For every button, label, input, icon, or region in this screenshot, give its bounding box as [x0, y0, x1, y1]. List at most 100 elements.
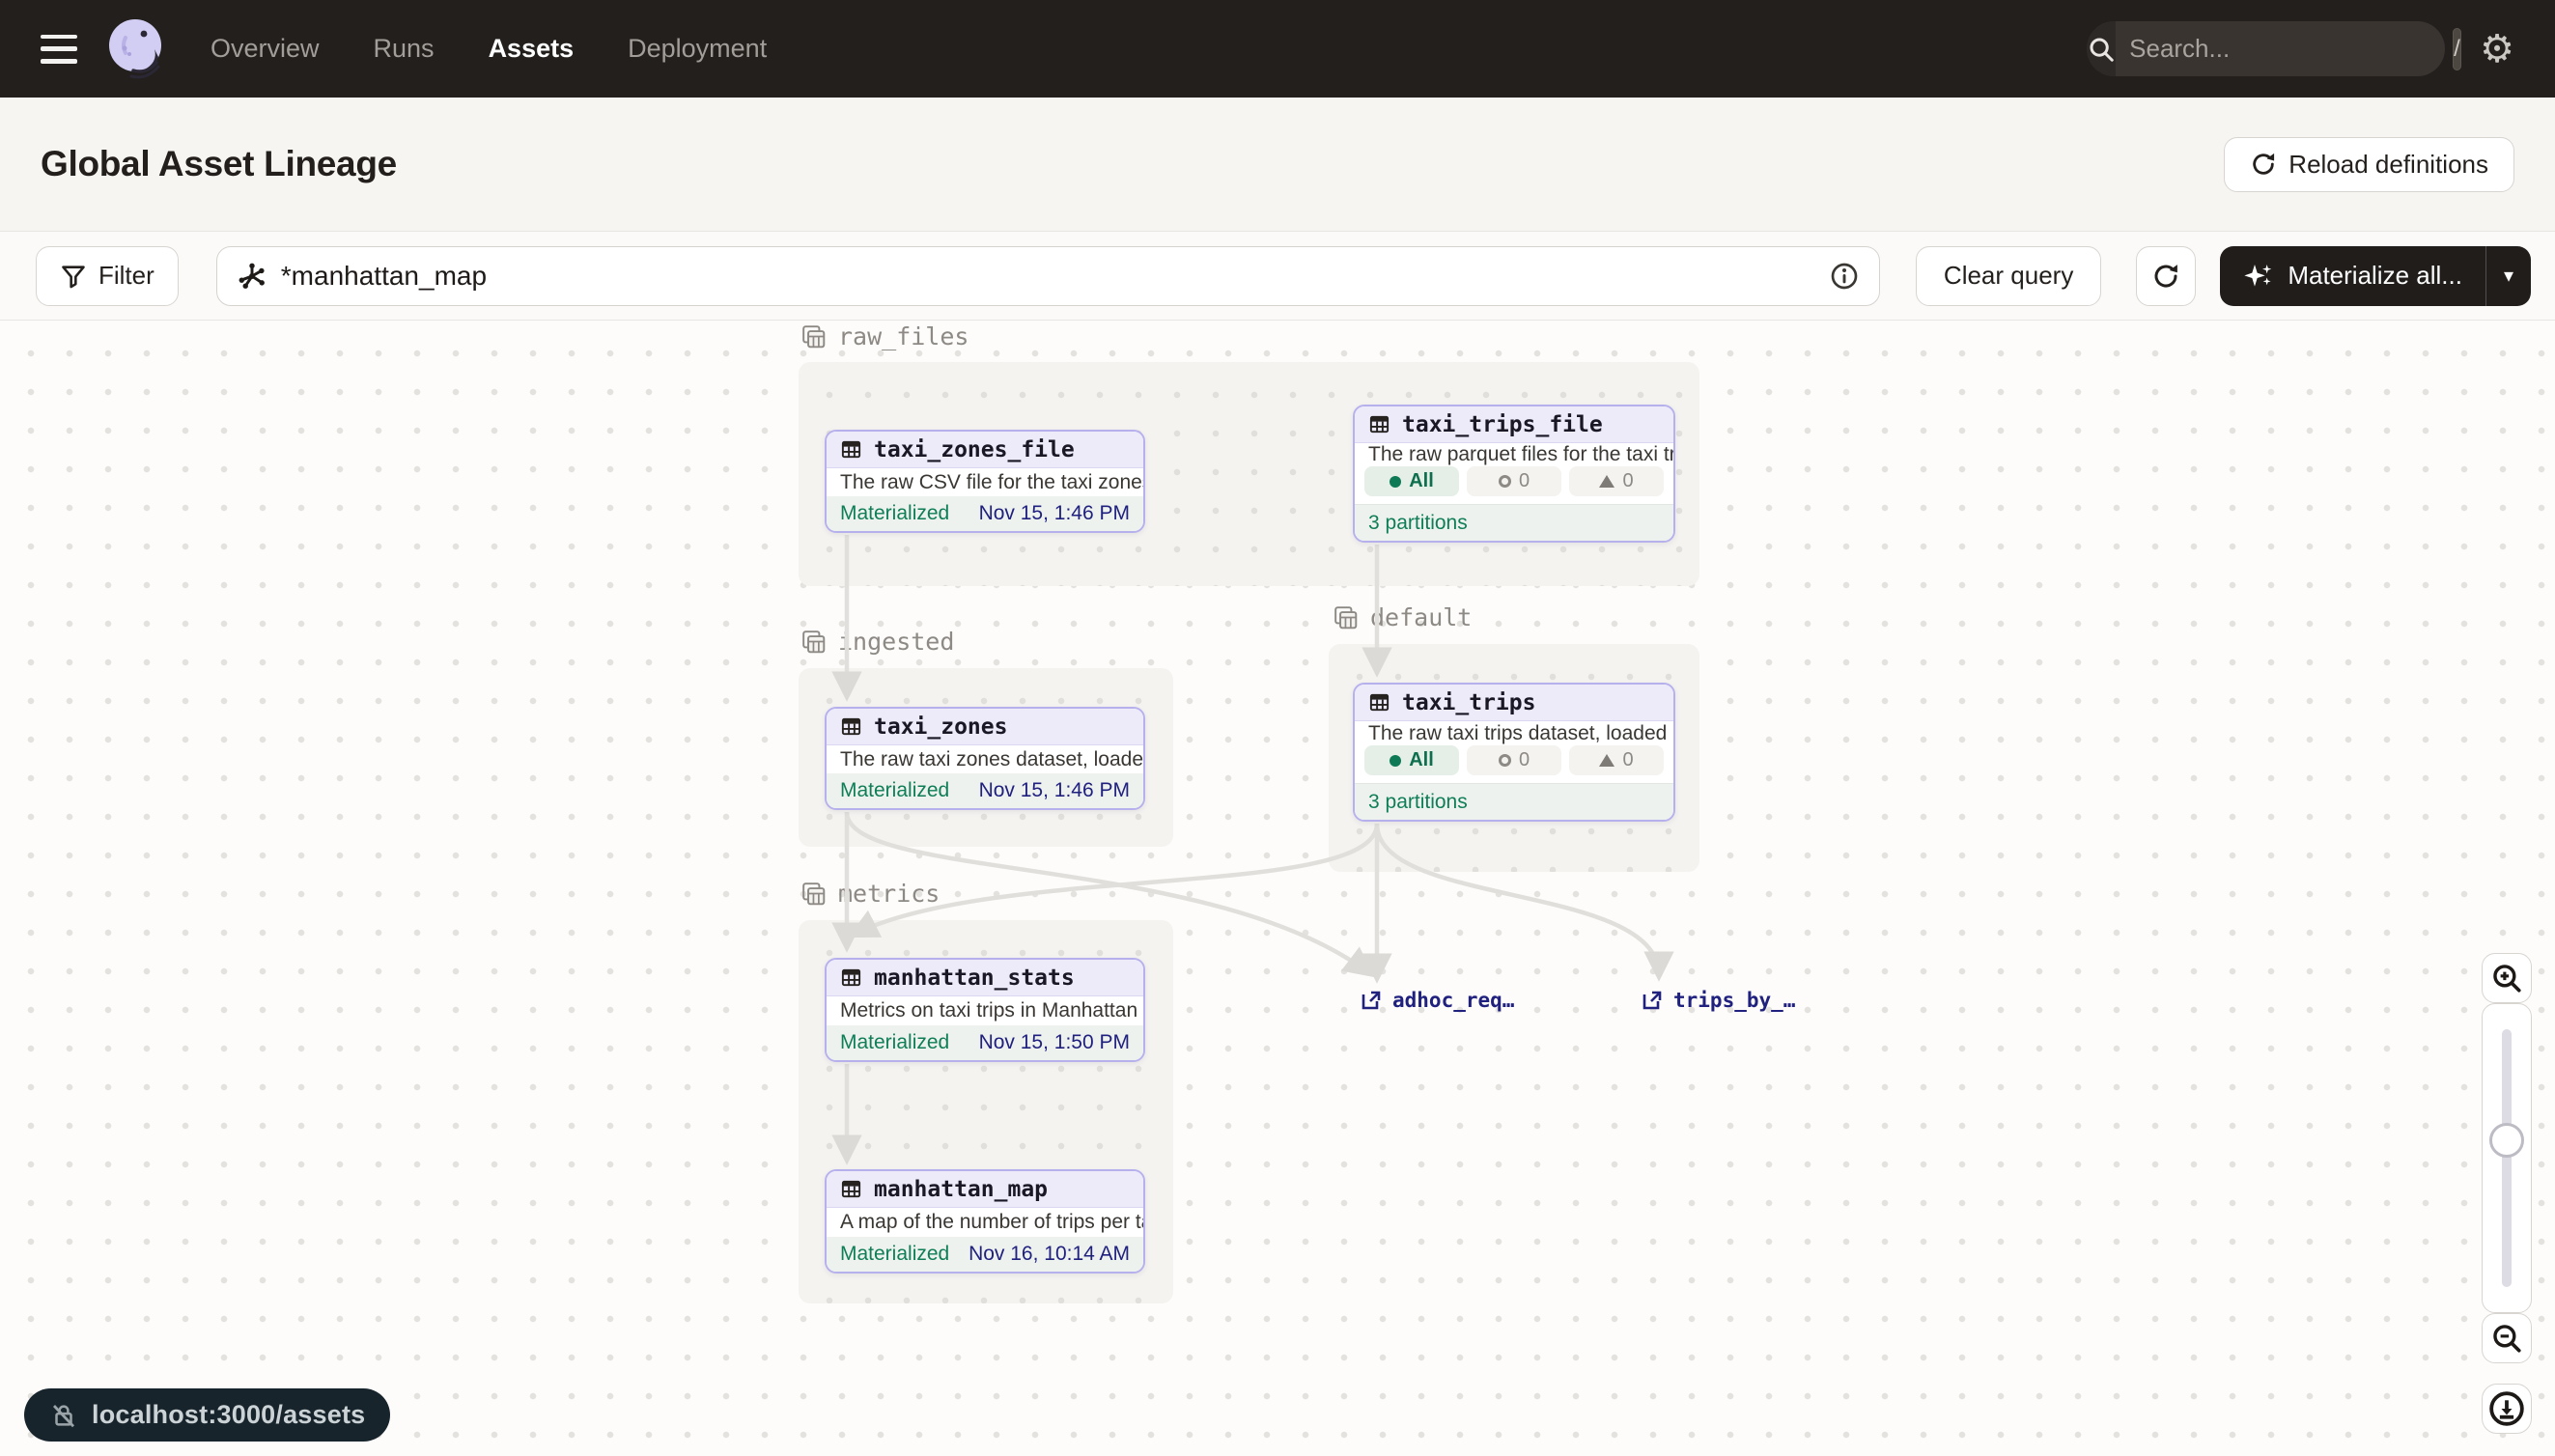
partitions-count[interactable]: 3 partitions: [1355, 783, 1673, 820]
tab-assets[interactable]: Assets: [489, 34, 575, 64]
asset-description: The raw taxi trips dataset, loaded into …: [1355, 721, 1673, 745]
refresh-button[interactable]: [2136, 246, 2196, 306]
asset-status: Materialized: [840, 1031, 949, 1054]
green-dot-icon: [1390, 476, 1401, 488]
partitions-failed-badge[interactable]: 0: [1569, 466, 1664, 496]
tab-deployment[interactable]: Deployment: [628, 34, 767, 64]
asset-status: Materialized: [840, 1243, 949, 1266]
asset-selection-value[interactable]: [281, 261, 1815, 292]
sparkle-icon: [2243, 261, 2274, 292]
asset-timestamp[interactable]: Nov 15, 1:46 PM: [979, 779, 1130, 802]
ring-icon: [1499, 475, 1511, 488]
reload-definitions-button[interactable]: Reload definitions: [2224, 137, 2514, 192]
asset-name: manhattan_stats: [874, 966, 1075, 991]
asset-status: Materialized: [840, 502, 949, 525]
hamburger-menu-icon[interactable]: [41, 35, 77, 64]
asset-name: taxi_trips: [1402, 690, 1535, 715]
download-icon: [2488, 1390, 2525, 1427]
materialize-all-split-button: Materialize all... ▾: [2220, 246, 2531, 306]
asset-timestamp[interactable]: Nov 15, 1:50 PM: [979, 1031, 1130, 1054]
table-icon: [840, 715, 862, 738]
partitions-failed-badge[interactable]: 0: [1569, 745, 1664, 775]
asset-node-manhattan-stats[interactable]: manhattan_stats Metrics on taxi trips in…: [825, 958, 1145, 1062]
nav-tabs: Overview Runs Assets Deployment: [211, 34, 767, 64]
asset-timestamp[interactable]: Nov 15, 1:46 PM: [979, 502, 1130, 525]
filter-button[interactable]: Filter: [36, 246, 179, 306]
zoom-slider-handle[interactable]: [2489, 1123, 2524, 1158]
tab-overview[interactable]: Overview: [211, 34, 320, 64]
partitions-count[interactable]: 3 partitions: [1355, 504, 1673, 541]
partitions-missing-badge[interactable]: 0: [1467, 745, 1561, 775]
partition-health-badges: All 0 0: [1355, 466, 1673, 504]
zoom-slider-track[interactable]: [2502, 1029, 2512, 1287]
search-shortcut-badge: /: [2453, 28, 2461, 70]
asset-group-icon: [801, 882, 827, 907]
url-text: localhost:3000/assets: [92, 1400, 365, 1430]
page-header: Global Asset Lineage Reload definitions: [0, 98, 2555, 232]
green-dot-icon: [1390, 755, 1401, 767]
asset-node-taxi-trips-file[interactable]: taxi_trips_file The raw parquet files fo…: [1353, 405, 1675, 543]
insecure-lock-icon: [49, 1401, 78, 1430]
table-icon: [840, 966, 862, 989]
funnel-icon: [60, 263, 87, 290]
group-label-raw-files[interactable]: raw_files: [801, 322, 969, 350]
lineage-toolbar: Filter Clear query Material: [0, 232, 2555, 321]
partition-health-badges: All 0 0: [1355, 745, 1673, 783]
asset-group-icon: [1334, 605, 1359, 630]
tab-runs[interactable]: Runs: [374, 34, 435, 64]
group-label-ingested[interactable]: ingested: [801, 628, 954, 656]
asset-status: Materialized: [840, 779, 949, 802]
zoom-out-icon: [2490, 1322, 2523, 1355]
asset-name: taxi_trips_file: [1402, 412, 1603, 437]
partitions-all-badge[interactable]: All: [1364, 745, 1459, 775]
triangle-icon: [1599, 754, 1614, 767]
asset-description: The raw parquet files for the taxi trips…: [1355, 443, 1673, 466]
gear-icon[interactable]: ⚙: [2480, 30, 2514, 69]
external-link-icon: [1641, 989, 1664, 1012]
zoom-in-button[interactable]: [2482, 953, 2532, 1003]
external-asset-trips-by[interactable]: trips_by_…: [1641, 989, 1795, 1012]
asset-name: manhattan_map: [874, 1177, 1048, 1202]
asset-timestamp[interactable]: Nov 16, 10:14 AM: [969, 1243, 1130, 1266]
asset-selection-input[interactable]: [216, 246, 1880, 306]
partitions-missing-badge[interactable]: 0: [1467, 466, 1561, 496]
zoom-in-icon: [2490, 962, 2523, 994]
clear-query-button[interactable]: Clear query: [1916, 246, 2101, 306]
global-search[interactable]: /: [2087, 21, 2445, 76]
table-icon: [1368, 691, 1390, 714]
asset-name: taxi_zones_file: [874, 437, 1075, 462]
search-icon: [2087, 21, 2116, 76]
download-image-button[interactable]: [2482, 1384, 2532, 1434]
asset-node-taxi-trips[interactable]: taxi_trips The raw taxi trips dataset, l…: [1353, 683, 1675, 822]
table-icon: [840, 1178, 862, 1200]
lineage-canvas[interactable]: raw_files ingested default metrics: [0, 321, 2555, 1456]
asset-description: A map of the number of trips per taxi z.…: [827, 1208, 1143, 1237]
table-icon: [840, 438, 862, 461]
external-link-icon: [1360, 989, 1383, 1012]
dagster-logo-icon[interactable]: [104, 16, 170, 82]
partitions-all-badge[interactable]: All: [1364, 466, 1459, 496]
asset-group-icon: [801, 324, 827, 350]
ring-icon: [1499, 754, 1511, 767]
zoom-slider[interactable]: [2482, 1003, 2532, 1313]
zoom-out-button[interactable]: [2482, 1313, 2532, 1363]
group-label-default[interactable]: default: [1334, 603, 1472, 631]
asset-node-taxi-zones[interactable]: taxi_zones The raw taxi zones dataset, l…: [825, 707, 1145, 810]
asset-name: taxi_zones: [874, 714, 1007, 740]
search-input[interactable]: [2116, 34, 2453, 64]
materialize-all-button[interactable]: Materialize all...: [2220, 246, 2485, 306]
external-asset-adhoc-request[interactable]: adhoc_req…: [1360, 989, 1514, 1012]
info-icon[interactable]: [1829, 261, 1860, 292]
graph-query-icon: [237, 261, 267, 292]
asset-description: The raw taxi zones dataset, loaded int..…: [827, 745, 1143, 773]
top-nav: Overview Runs Assets Deployment / ⚙: [0, 0, 2555, 98]
refresh-icon: [2151, 262, 2180, 291]
asset-group-icon: [801, 630, 827, 655]
materialize-dropdown-caret[interactable]: ▾: [2486, 246, 2531, 306]
page-title: Global Asset Lineage: [41, 144, 397, 184]
asset-description: Metrics on taxi trips in Manhattan: [827, 996, 1143, 1025]
table-icon: [1368, 413, 1390, 435]
asset-node-taxi-zones-file[interactable]: taxi_zones_file The raw CSV file for the…: [825, 430, 1145, 533]
asset-node-manhattan-map[interactable]: manhattan_map A map of the number of tri…: [825, 1169, 1145, 1274]
group-label-metrics[interactable]: metrics: [801, 880, 940, 908]
